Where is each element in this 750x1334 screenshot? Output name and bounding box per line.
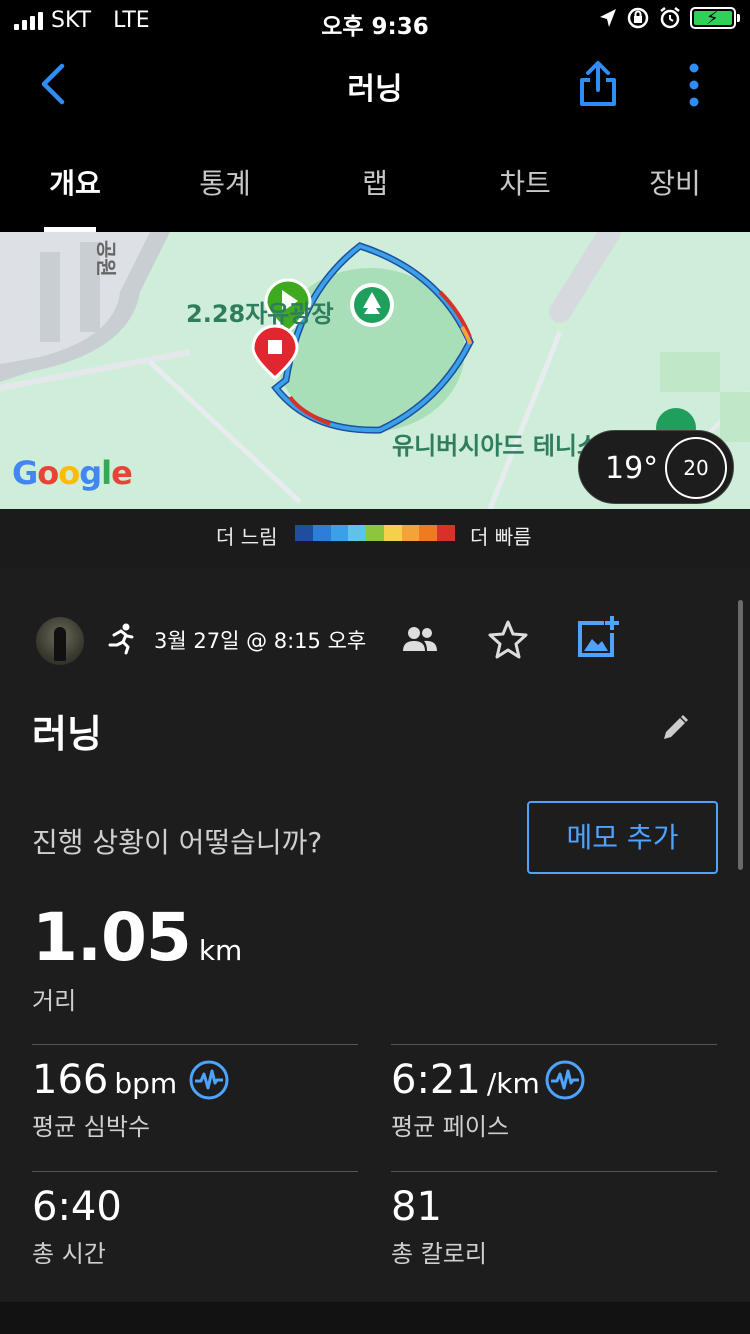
distance-unit: km — [198, 934, 243, 967]
pace-unit: /km — [486, 1067, 540, 1100]
share-icon[interactable] — [576, 60, 620, 108]
progress-prompt: 진행 상황이 어떻습니까? — [32, 826, 323, 859]
wind-speed-icon: 20 — [665, 437, 727, 499]
pace-color-swatch — [330, 525, 349, 541]
total-time-value: 6:40 — [32, 1184, 122, 1230]
route-map[interactable]: 공원 2.28자유광장 유니버시아드 테니스장 Google 19° 20 — [0, 232, 750, 509]
pace-color-swatch — [366, 525, 384, 541]
pace-legend: 더 느림 더 빠름 — [0, 509, 750, 569]
activity-summary: 3월 27일 @ 8:15 오후 러닝 진행 상황이 어떻습니까? 메모 추가 … — [0, 569, 750, 1302]
battery-icon: ⚡ — [690, 7, 740, 29]
alarm-icon — [660, 7, 680, 29]
tab-overview[interactable]: 개요 — [0, 130, 150, 232]
weather-badge[interactable]: 19° 20 — [578, 430, 734, 504]
stat-value: 6:21/km — [391, 1057, 540, 1103]
pace-color-swatch — [348, 525, 367, 541]
star-icon[interactable] — [488, 619, 528, 659]
location-icon — [600, 9, 616, 27]
add-memo-button[interactable]: 메모 추가 — [527, 801, 718, 874]
legend-fast-label: 더 빠름 — [470, 525, 532, 549]
pace-chart-icon[interactable] — [544, 1059, 586, 1101]
calories-value: 81 — [391, 1184, 442, 1230]
map-place-label: 2.28자유광장 — [186, 300, 334, 328]
distance-value-row: 1.05 km — [32, 899, 242, 976]
activity-meta-row: 3월 27일 @ 8:15 오후 — [0, 615, 750, 667]
status-right: ⚡ — [598, 6, 740, 30]
pace-color-swatch — [383, 525, 402, 541]
road-label: 공원 — [94, 240, 118, 277]
pace-color-swatch — [419, 525, 438, 541]
pace-label: 평균 페이스 — [391, 1113, 510, 1141]
edit-pencil-icon[interactable] — [660, 713, 690, 743]
legend-slow-label: 더 느림 — [216, 525, 278, 549]
temperature-value: 19° — [605, 451, 659, 486]
bottom-strip — [0, 1302, 750, 1334]
distance-value: 1.05 — [32, 899, 192, 976]
heart-rate-chart-icon[interactable] — [188, 1059, 230, 1101]
orientation-lock-icon — [627, 7, 649, 29]
pace-color-swatch — [312, 525, 331, 541]
nav-bar: 러닝 — [0, 40, 750, 130]
heart-rate-unit: bpm — [114, 1067, 178, 1100]
activity-title: 러닝 — [32, 712, 102, 756]
stat-calories[interactable]: 81 총 칼로리 — [391, 1171, 717, 1297]
tab-stats[interactable]: 통계 — [150, 130, 300, 232]
distance-label: 거리 — [32, 987, 77, 1015]
page-title: 러닝 — [347, 72, 403, 107]
pace-color-swatch — [401, 525, 420, 541]
tab-laps[interactable]: 랩 — [300, 130, 450, 232]
avatar[interactable] — [36, 617, 84, 665]
stat-heart-rate[interactable]: 166 bpm 평균 심박수 — [32, 1044, 358, 1170]
people-icon[interactable] — [402, 623, 438, 655]
stat-pace[interactable]: 6:21/km 평균 페이스 — [391, 1044, 717, 1170]
tab-bar: 개요 통계 랩 차트 장비 — [0, 130, 750, 232]
total-time-label: 총 시간 — [32, 1240, 106, 1268]
activity-date: 3월 27일 @ 8:15 오후 — [154, 629, 367, 653]
pace-color-swatch — [295, 525, 313, 541]
calories-label: 총 칼로리 — [391, 1240, 487, 1268]
heart-rate-label: 평균 심박수 — [32, 1113, 151, 1141]
more-options-icon[interactable] — [680, 62, 708, 108]
stat-total-time[interactable]: 6:40 총 시간 — [32, 1171, 358, 1297]
pace-value: 6:21 — [391, 1057, 481, 1103]
add-photo-icon[interactable] — [576, 615, 620, 659]
pace-color-swatch — [437, 525, 456, 541]
pace-color-scale — [295, 525, 456, 541]
status-bar: SKT LTE 오후 9:36 ⚡ — [0, 0, 750, 40]
running-icon — [108, 623, 134, 655]
heart-rate-value: 166 — [32, 1057, 109, 1103]
stat-value: 166 bpm — [32, 1057, 177, 1103]
tab-charts[interactable]: 차트 — [450, 130, 600, 232]
scrollbar[interactable] — [738, 600, 743, 870]
tab-gear[interactable]: 장비 — [600, 130, 750, 232]
google-logo: Google — [12, 454, 133, 492]
